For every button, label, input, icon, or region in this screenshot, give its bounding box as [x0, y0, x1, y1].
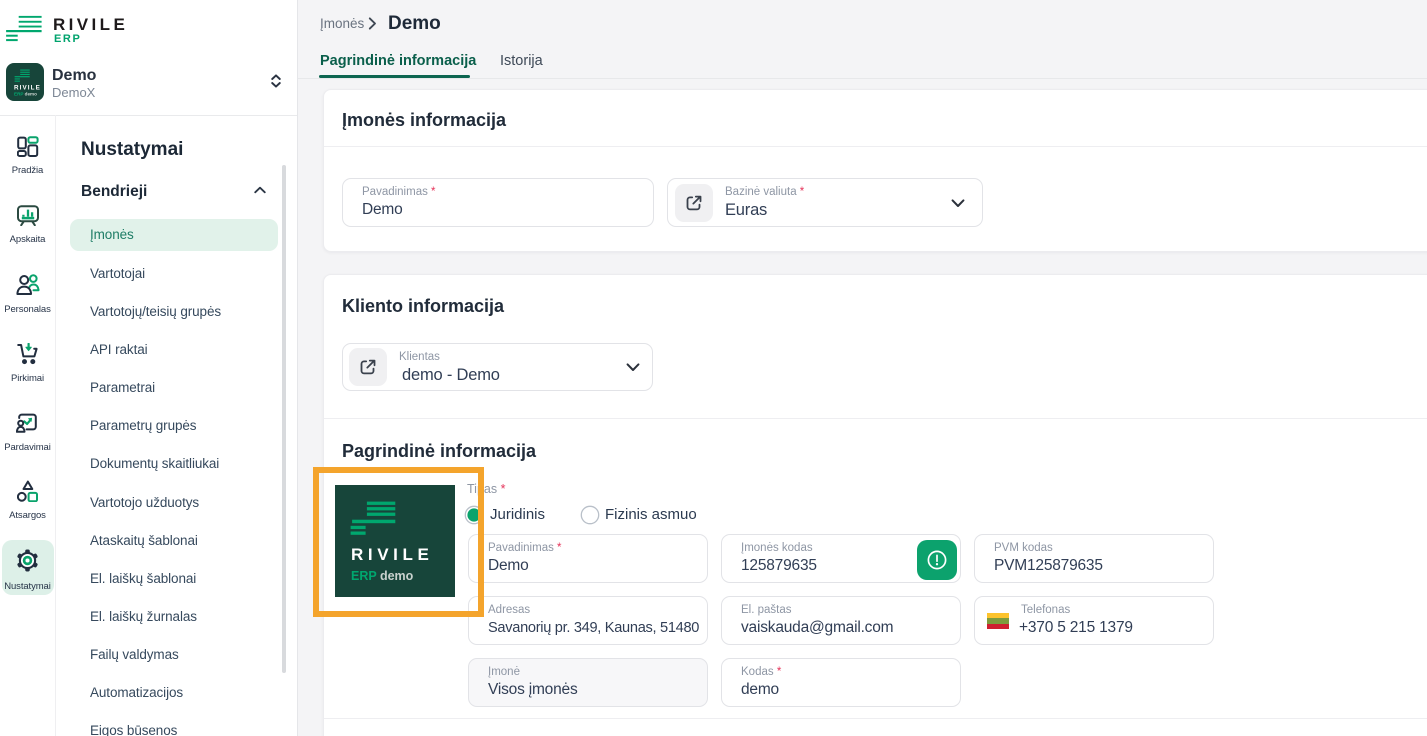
- svg-text:ERP demo: ERP demo: [14, 92, 37, 97]
- svg-text:RIVILE: RIVILE: [14, 85, 41, 92]
